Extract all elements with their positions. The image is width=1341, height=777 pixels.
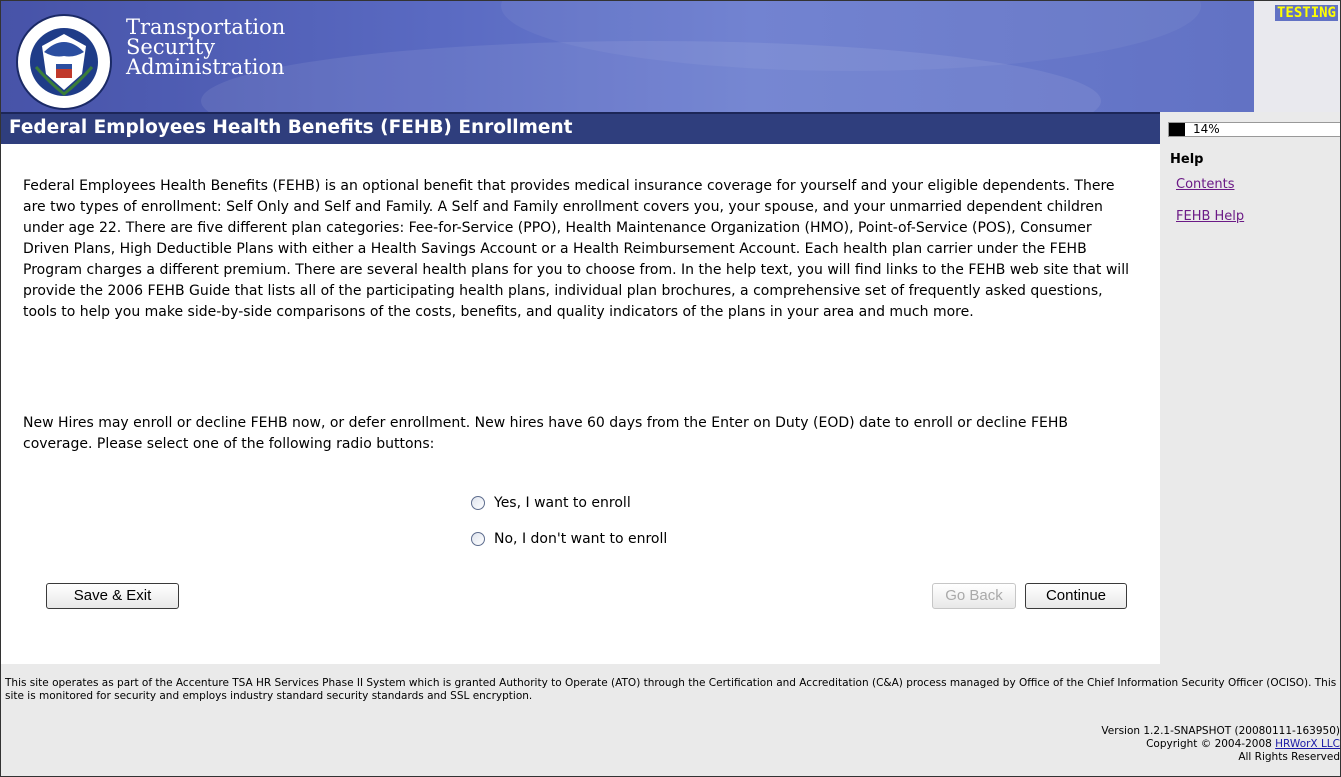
version-info: Version 1.2.1-SNAPSHOT (20080111-163950)… [1101,725,1340,764]
help-heading: Help [1170,152,1204,167]
fehb-description: Federal Employees Health Benefits (FEHB)… [23,178,1129,320]
enrollment-instructions: New Hires may enroll or decline FEHB now… [23,415,1069,452]
progress-label: 14% [1193,122,1220,136]
progress-bar: 14% [1168,122,1340,137]
rights-text: All Rights Reserved [1238,751,1340,763]
agency-name-line-2: Security [126,35,216,59]
application-window: Transportation Security Administration T… [0,0,1341,777]
company-link[interactable]: HRWorX LLC [1275,738,1340,750]
version-text: Version 1.2.1-SNAPSHOT (20080111-163950) [1101,725,1340,737]
dhs-seal-logo [16,14,112,110]
option-label: No, I don't want to enroll [494,531,668,547]
page-title: Federal Employees Health Benefits (FEHB)… [1,112,1160,144]
go-back-button[interactable]: Go Back [932,583,1016,609]
header-banner: Transportation Security Administration [1,1,1254,112]
agency-name-line-3: Administration [126,55,285,79]
progress-bar-fill [1169,123,1185,136]
footer: This site operates as part of the Accent… [1,664,1340,776]
environment-label: TESTING [1274,5,1338,21]
help-link-fehb[interactable]: FEHB Help [1176,209,1244,224]
environment-panel: TESTING [1254,1,1340,112]
security-notice: This site operates as part of the Accent… [5,677,1337,702]
save-exit-button[interactable]: Save & Exit [46,583,179,609]
copyright-text: Copyright © 2004-2008 [1146,738,1276,750]
agency-name: Transportation Security Administration [126,15,286,79]
option-enroll-yes[interactable]: Yes, I want to enroll [471,495,631,511]
agency-name-line-1: Transportation [126,15,286,39]
continue-button[interactable]: Continue [1025,583,1127,609]
copyright: Copyright © 2004-2008 HRWorX LLC [1101,738,1340,751]
help-sidebar: 14% Help Contents FEHB Help [1160,112,1340,664]
help-link-contents[interactable]: Contents [1176,177,1234,192]
main-content: Federal Employees Health Benefits (FEHB)… [1,144,1160,664]
radio-button[interactable] [471,496,485,510]
radio-button[interactable] [471,532,485,546]
option-enroll-no[interactable]: No, I don't want to enroll [471,531,667,547]
option-label: Yes, I want to enroll [494,495,631,511]
